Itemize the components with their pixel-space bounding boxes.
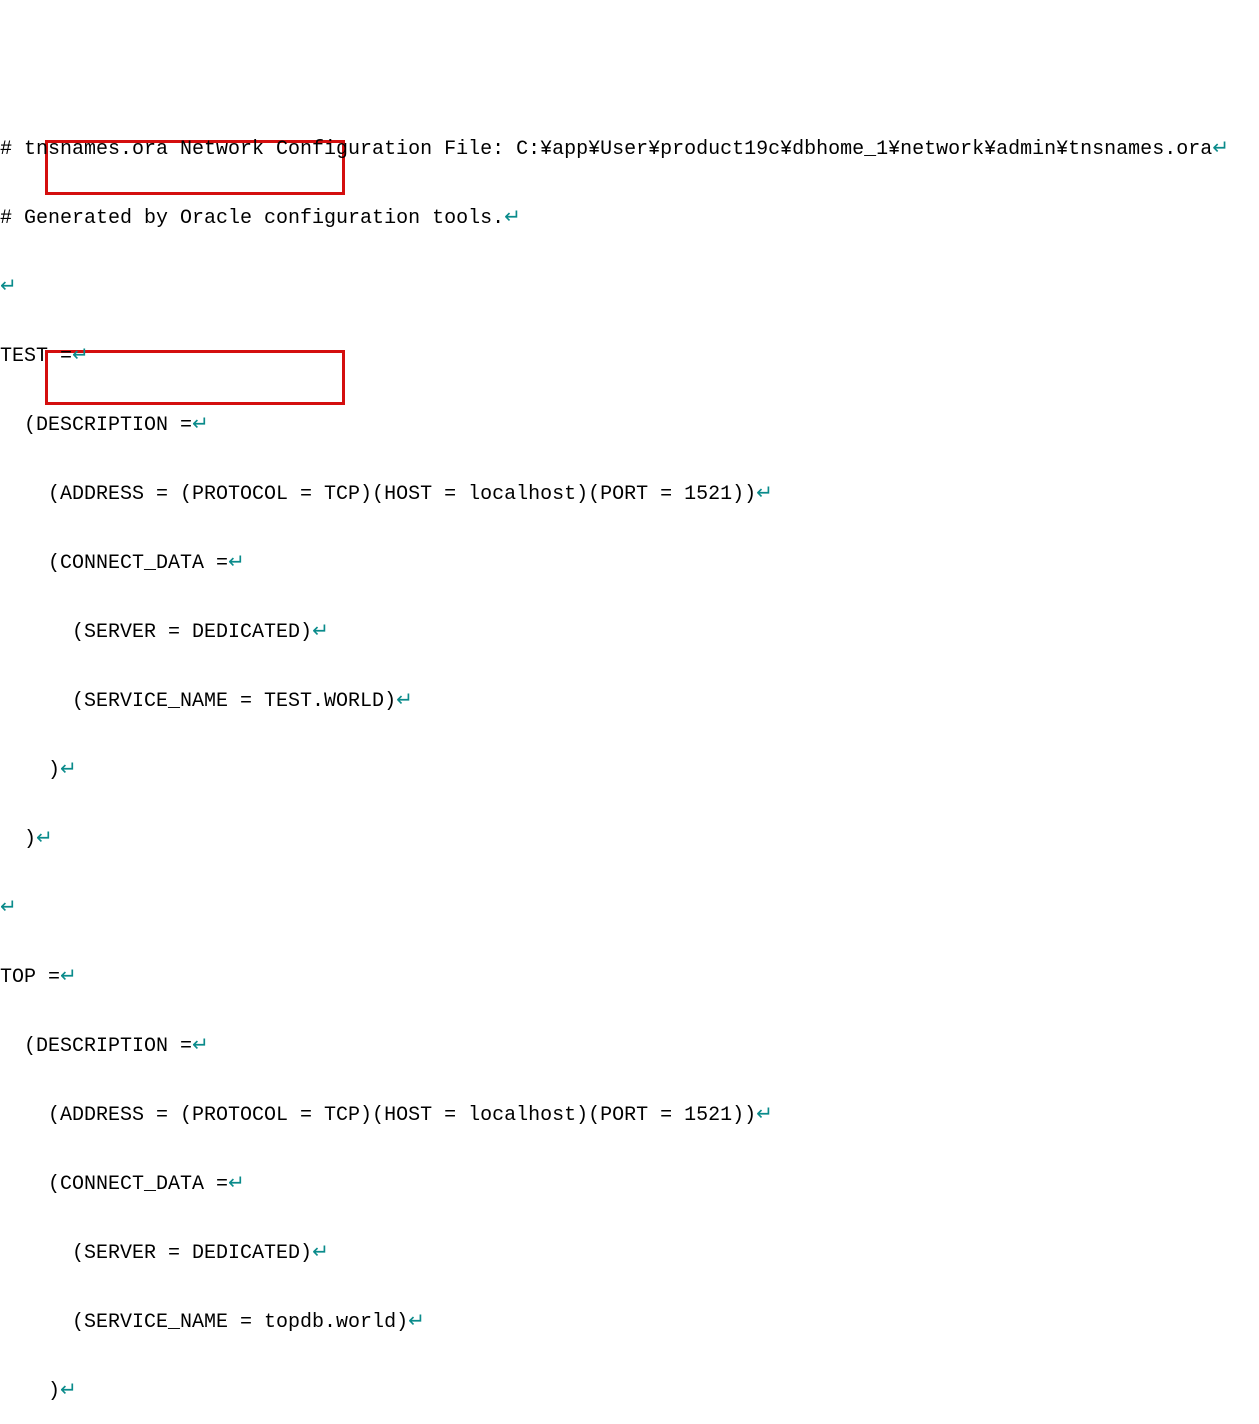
newline-icon: ↵	[0, 897, 17, 920]
newline-icon: ↵	[312, 621, 329, 644]
editor-viewport[interactable]: # tnsnames.ora Network Configuration Fil…	[0, 0, 1259, 1424]
code-line: )↵	[0, 759, 1259, 782]
newline-icon: ↵	[396, 690, 413, 713]
code-line: ↵	[0, 897, 1259, 920]
newline-icon: ↵	[0, 276, 17, 299]
code-line: TOP =↵	[0, 966, 1259, 989]
newline-icon: ↵	[72, 345, 89, 368]
newline-icon: ↵	[504, 207, 521, 230]
newline-icon: ↵	[312, 1242, 329, 1265]
code-line: (CONNECT_DATA =↵	[0, 1173, 1259, 1196]
newline-icon: ↵	[228, 552, 245, 575]
code-line: # tnsnames.ora Network Configuration Fil…	[0, 138, 1259, 161]
code-line: (DESCRIPTION =↵	[0, 414, 1259, 437]
newline-icon: ↵	[756, 1104, 773, 1127]
newline-icon: ↵	[228, 1173, 245, 1196]
code-line: ↵	[0, 276, 1259, 299]
newline-icon: ↵	[60, 966, 77, 989]
code-line: (SERVICE_NAME = topdb.world)↵	[0, 1311, 1259, 1334]
code-line: (CONNECT_DATA =↵	[0, 552, 1259, 575]
code-line: (SERVER = DEDICATED)↵	[0, 1242, 1259, 1265]
code-line: (SERVICE_NAME = TEST.WORLD)↵	[0, 690, 1259, 713]
code-line: TEST =↵	[0, 345, 1259, 368]
newline-icon: ↵	[60, 759, 77, 782]
code-line: # Generated by Oracle configuration tool…	[0, 207, 1259, 230]
code-line: )↵	[0, 1380, 1259, 1403]
code-line: (DESCRIPTION =↵	[0, 1035, 1259, 1058]
newline-icon: ↵	[192, 1035, 209, 1058]
newline-icon: ↵	[408, 1311, 425, 1334]
newline-icon: ↵	[1212, 138, 1229, 161]
code-line: (ADDRESS = (PROTOCOL = TCP)(HOST = local…	[0, 1104, 1259, 1127]
code-line: (SERVER = DEDICATED)↵	[0, 621, 1259, 644]
newline-icon: ↵	[756, 483, 773, 506]
code-line: )↵	[0, 828, 1259, 851]
code-line: (ADDRESS = (PROTOCOL = TCP)(HOST = local…	[0, 483, 1259, 506]
newline-icon: ↵	[60, 1380, 77, 1403]
newline-icon: ↵	[36, 828, 53, 851]
newline-icon: ↵	[192, 414, 209, 437]
